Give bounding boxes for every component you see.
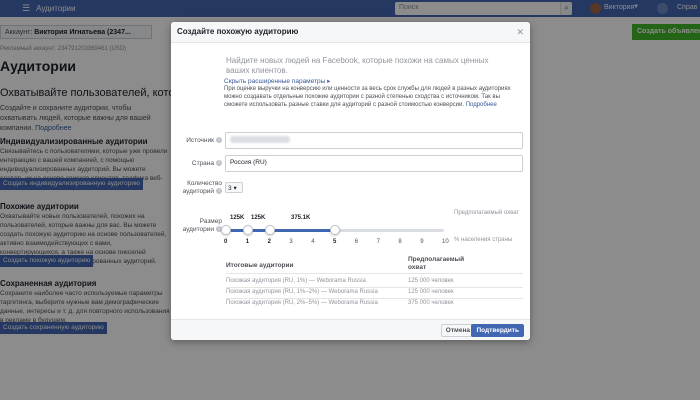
predicted-reach-label: Предполагаемый охват — [454, 210, 520, 216]
modal-intro: Найдите новых людей на Facebook, которые… — [226, 56, 489, 75]
chevron-down-icon: ▾ — [233, 185, 237, 192]
confirm-button[interactable]: Подтвердить — [471, 324, 524, 337]
slider-handle[interactable] — [242, 225, 253, 235]
cancel-button[interactable]: Отмена — [440, 324, 475, 337]
slider-tick-label: 2 — [267, 239, 271, 245]
close-icon[interactable]: ✕ — [516, 27, 524, 38]
country-input[interactable]: Россия (RU) — [225, 155, 523, 172]
modal-title: Создайте похожую аудиторию — [177, 27, 299, 36]
size-value-2: 125K — [251, 215, 266, 221]
slider-tick-label: 3 — [289, 239, 293, 245]
table-header-reach: Предполагаемый охват — [408, 256, 465, 271]
info-icon[interactable]: i — [216, 160, 222, 167]
size-value-1: 125K — [230, 215, 245, 221]
slider-tick-label: 1 — [245, 239, 250, 245]
hide-advanced-link[interactable]: Скрыть расширенные параметры ▸ — [224, 77, 330, 85]
modal-footer: Отмена Подтвердить — [171, 319, 530, 340]
table-row: Похожая аудитория (RU, 1%) — Weborama Ru… — [226, 278, 366, 284]
slider-handle[interactable] — [221, 225, 231, 235]
slider-tick-label: 0 — [224, 239, 228, 245]
size-label: Размер аудитории i — [182, 218, 222, 233]
advanced-help-text: При оценке выручки на конверсию или ценн… — [224, 86, 511, 108]
modal-header: Создайте похожую аудиторию ✕ — [171, 22, 530, 43]
slider-tick-label: 6 — [354, 239, 359, 245]
table-divider — [226, 287, 523, 288]
table-header-audiences: Итоговые аудитории — [226, 262, 294, 269]
size-value-3: 375.1K — [291, 215, 311, 221]
lookalike-modal: Создайте похожую аудиторию ✕ Найдите нов… — [171, 22, 530, 340]
source-chip — [230, 136, 290, 143]
slider-tick-label: 4 — [311, 239, 315, 245]
table-cell-reach: 125 000 человек — [408, 278, 454, 284]
slider-handle[interactable] — [264, 225, 275, 235]
info-icon[interactable]: i — [216, 188, 222, 195]
table-cell-reach: 375 000 человек — [408, 300, 454, 306]
percent-population-label: % населения страны — [454, 237, 513, 243]
slider-tick-label: 7 — [376, 239, 380, 245]
info-icon[interactable]: i — [216, 137, 222, 144]
table-divider — [226, 273, 523, 274]
slider-tick-label: 5 — [333, 239, 337, 245]
table-row: Похожая аудитория (RU, 2%–5%) — Weborama… — [226, 300, 378, 306]
audience-count-select[interactable]: 3 ▾ — [225, 182, 243, 193]
country-label: Страна i — [176, 160, 222, 167]
source-label: Источник i — [176, 137, 222, 144]
table-divider — [226, 298, 523, 299]
slider-tick-label: 9 — [420, 239, 424, 245]
slider-tick-label: 10 — [442, 239, 449, 245]
source-input[interactable] — [225, 132, 523, 149]
slider-handle[interactable] — [330, 225, 340, 235]
help-learn-more-link[interactable]: Подробнее — [466, 102, 497, 108]
slider-tick-label: 8 — [398, 239, 402, 245]
table-cell-reach: 125 000 человек — [408, 289, 454, 295]
table-row: Похожая аудитория (RU, 1%–2%) — Weborama… — [226, 289, 378, 295]
count-label: Количество аудиторий i — [182, 180, 222, 195]
